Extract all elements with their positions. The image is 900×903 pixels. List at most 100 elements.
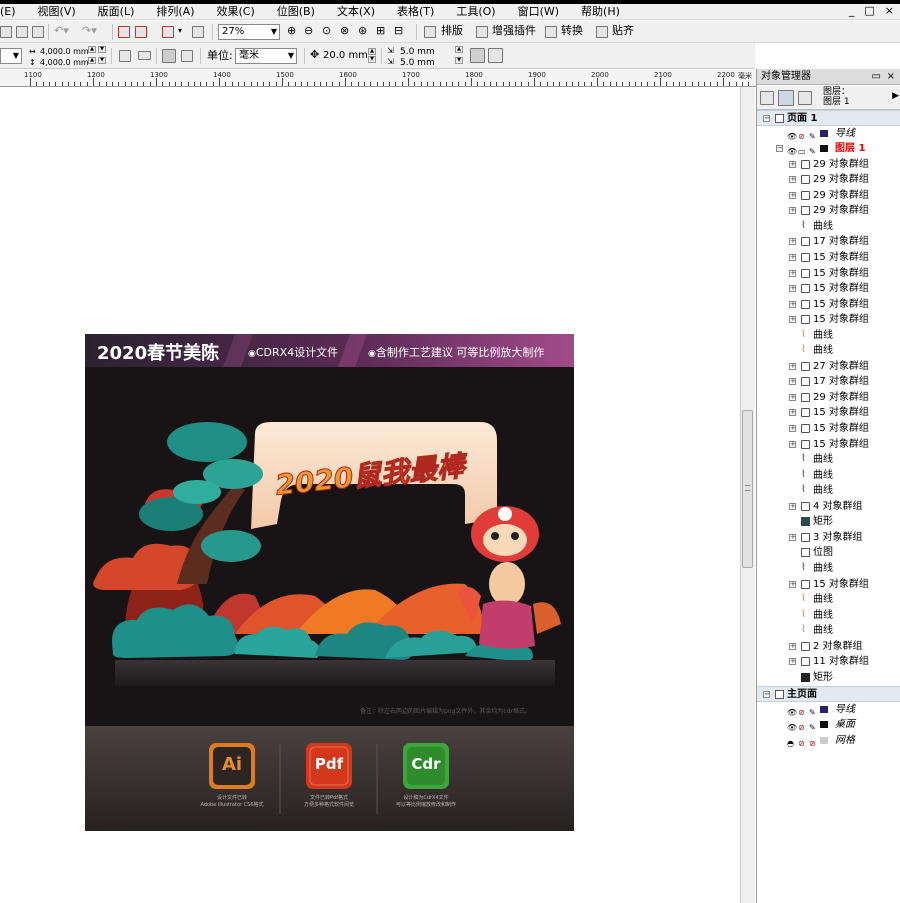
expand-toggle-icon[interactable]: + [789, 425, 796, 432]
tree-object[interactable]: +29 对象群组 [757, 390, 900, 406]
expand-toggle-icon[interactable]: + [789, 160, 796, 168]
tree-object[interactable]: ⌇ 曲线 [757, 219, 900, 235]
tree-object[interactable]: +15 对象群组 [757, 250, 900, 266]
tree-object[interactable]: +15 对象群组 [757, 266, 900, 282]
plugin-snap-label[interactable]: 贴齐 [612, 24, 634, 38]
tree-layer-guides[interactable]: 👁 ⊘ ✎ 导线 [757, 126, 900, 142]
tree-object[interactable]: +15 对象群组 [757, 437, 900, 453]
chevron-down-icon[interactable]: ▾ [178, 24, 182, 38]
menu-edit[interactable]: (E) [0, 5, 24, 19]
show-properties-icon[interactable] [760, 91, 774, 105]
nudge-distance-field[interactable]: 20.0 mm [323, 49, 368, 63]
nudge-spin-down[interactable]: ▼ [368, 56, 376, 63]
nudge-spin-up[interactable]: ▲ [368, 48, 376, 55]
tree-object[interactable]: 矩形 [757, 670, 900, 686]
tree-object[interactable]: ⌇ 曲线 [757, 328, 900, 344]
tree-object[interactable]: ⌇ 曲线 [757, 452, 900, 468]
dup-y-spin-down[interactable]: ▼ [455, 57, 463, 64]
tree-object[interactable]: +3 对象群组 [757, 530, 900, 546]
paper-type-combo[interactable]: ▼ [0, 48, 22, 64]
zoom-out-icon[interactable]: ⊖ [304, 24, 313, 38]
visibility-eye-icon[interactable]: ◓ [787, 736, 794, 751]
collapse-toggle-icon[interactable]: − [763, 691, 770, 699]
expand-toggle-icon[interactable]: + [789, 658, 796, 666]
minimize-button[interactable]: _ [849, 4, 855, 18]
unit-combo[interactable]: 毫米 ▼ [235, 48, 297, 64]
menu-tools[interactable]: 工具(O) [442, 5, 503, 19]
tree-object[interactable]: ⌇ 曲线 [757, 608, 900, 624]
expand-toggle-icon[interactable]: + [789, 409, 796, 417]
expand-toggle-icon[interactable]: + [789, 393, 796, 401]
publish-pdf-icon[interactable] [162, 26, 174, 38]
expand-toggle-icon[interactable]: + [789, 300, 796, 308]
expand-toggle-icon[interactable]: + [789, 191, 796, 199]
close-icon[interactable]: × [887, 69, 895, 85]
menu-arrange[interactable]: 排列(A) [142, 5, 202, 19]
collapse-toggle-icon[interactable]: − [776, 145, 783, 153]
menu-view[interactable]: 视图(V) [24, 5, 84, 19]
tree-object[interactable]: +29 对象群组 [757, 188, 900, 204]
tree-object[interactable]: +11 对象群组 [757, 654, 900, 670]
tree-object[interactable]: +29 对象群组 [757, 157, 900, 173]
dup-x-spin-up[interactable]: ▲ [455, 46, 463, 53]
expand-toggle-icon[interactable]: + [789, 378, 796, 386]
all-pages-icon[interactable] [162, 49, 176, 63]
tree-object[interactable]: +4 对象群组 [757, 499, 900, 515]
layout-plugin-icon[interactable] [424, 26, 436, 38]
redo-icon[interactable]: ↷▾ [82, 24, 97, 38]
tree-master-page[interactable]: − 主页面 [757, 686, 900, 702]
page-height-field[interactable]: 4,000.0 mm [40, 56, 89, 70]
menu-text[interactable]: 文本(X) [323, 5, 383, 19]
height-spin-down[interactable]: ▼ [98, 57, 106, 64]
expand-toggle-icon[interactable]: + [789, 580, 796, 588]
tree-object[interactable]: +2 对象群组 [757, 639, 900, 655]
edit-across-layers-icon[interactable] [778, 90, 794, 106]
layer-manager-view-icon[interactable] [798, 91, 812, 105]
expand-toggle-icon[interactable]: + [789, 362, 796, 370]
convert-plugin-icon[interactable] [545, 26, 557, 38]
width-spin-down[interactable]: ▼ [98, 46, 106, 53]
snap-objects-icon[interactable] [488, 48, 503, 63]
tree-master-layer[interactable]: ◓ ⊘ ⊘ 网格 [757, 733, 900, 749]
expand-toggle-icon[interactable]: + [789, 253, 796, 261]
tree-object[interactable]: 位图 [757, 545, 900, 561]
zoom-all-icon[interactable]: ⊗ [340, 24, 349, 38]
zoom-level-combo[interactable]: 27% ▼ [218, 24, 280, 40]
tree-master-layer[interactable]: 👁 ⊘ ✎ 桌面 [757, 717, 900, 733]
vertical-scroll-thumb[interactable] [742, 410, 753, 568]
close-button[interactable]: × [885, 4, 894, 18]
tree-object[interactable]: +27 对象群组 [757, 359, 900, 375]
tree-master-layer[interactable]: 👁 ⊘ ✎ 导线 [757, 702, 900, 718]
tree-object[interactable]: +15 对象群组 [757, 577, 900, 593]
width-spin-up[interactable]: ▲ [88, 46, 96, 53]
menu-table[interactable]: 表格(T) [383, 5, 442, 19]
tree-object[interactable]: ⌇ 曲线 [757, 561, 900, 577]
tree-object[interactable]: +15 对象群组 [757, 297, 900, 313]
expand-toggle-icon[interactable]: + [789, 176, 796, 184]
cut-icon[interactable] [0, 26, 12, 38]
portrait-icon[interactable] [119, 50, 131, 62]
tree-layer-1[interactable]: − 👁 ▭ ✎ 图层 1 [757, 141, 900, 157]
menu-help[interactable]: 帮助(H) [567, 5, 628, 19]
landscape-icon[interactable] [138, 51, 151, 60]
tree-object[interactable]: +15 对象群组 [757, 405, 900, 421]
expand-toggle-icon[interactable]: + [789, 533, 796, 541]
tree-object[interactable]: ⌇ 曲线 [757, 483, 900, 499]
plugin-enhance-label[interactable]: 增强插件 [492, 24, 536, 38]
tree-object[interactable]: ⌇ 曲线 [757, 623, 900, 639]
zoom-in-icon[interactable]: ⊕ [287, 24, 296, 38]
current-page-icon[interactable] [181, 50, 193, 62]
tree-object[interactable]: +29 对象群组 [757, 172, 900, 188]
collapse-icon[interactable]: ▭ [872, 69, 881, 85]
treat-as-filled-icon[interactable] [470, 48, 485, 63]
enhance-plugin-icon[interactable] [476, 26, 488, 38]
artboard[interactable]: 2020春节美陈 ◉CDRX4设计文件 ◉含制作工艺建议 可等比例放大制作 20… [85, 334, 574, 831]
expand-toggle-icon[interactable]: + [789, 238, 796, 246]
tree-object[interactable]: +15 对象群组 [757, 312, 900, 328]
copy-icon[interactable] [16, 26, 28, 38]
tree-object[interactable]: ⌇ 曲线 [757, 343, 900, 359]
application-launcher-icon[interactable] [192, 26, 204, 38]
expand-toggle-icon[interactable]: + [789, 269, 796, 277]
undo-icon[interactable]: ↶▾ [54, 24, 69, 38]
zoom-selected-icon[interactable]: ⊙ [322, 24, 331, 38]
